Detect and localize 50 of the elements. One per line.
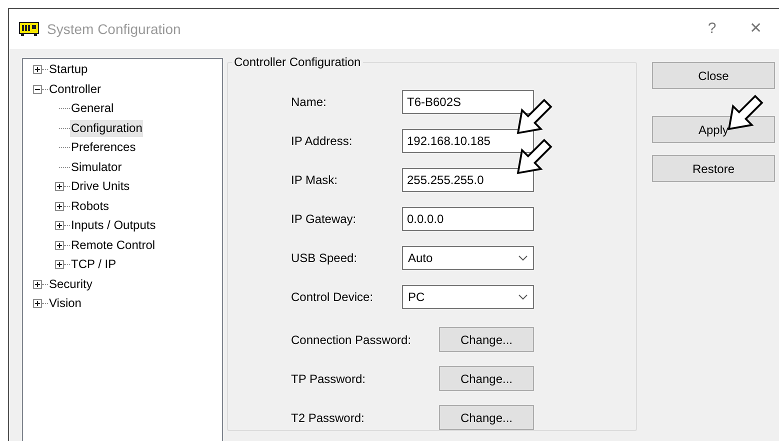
expand-toggle-icon[interactable]	[55, 260, 64, 270]
expand-toggle-icon[interactable]	[55, 182, 64, 192]
input-field[interactable]: 192.168.10.185	[402, 128, 534, 152]
field-label: IP Address:	[291, 132, 354, 148]
tree-item[interactable]: TCP / IP	[70, 256, 118, 274]
tree-item[interactable]: Inputs / Outputs	[70, 217, 157, 234]
dialog-button[interactable]: Restore	[652, 155, 775, 182]
field-label: IP Gateway:	[291, 210, 358, 226]
dialog-button[interactable]: Close	[652, 62, 775, 89]
tree-item[interactable]: Vision	[48, 295, 82, 312]
group-title: Controller Configuration	[233, 54, 362, 71]
input-field[interactable]: 0.0.0.0	[402, 206, 534, 230]
tree-item[interactable]: Security	[48, 276, 94, 293]
field-label: TP Password:	[291, 370, 366, 386]
input-field[interactable]: T6-B602S	[402, 90, 534, 114]
tree-item[interactable]: Remote Control	[70, 236, 156, 254]
tree-item[interactable]: Startup	[48, 61, 89, 78]
change-button[interactable]: Change...	[439, 327, 534, 352]
window-title: System Configuration	[47, 20, 181, 39]
field-label: Control Device:	[291, 288, 374, 304]
dropdown[interactable]: Auto	[402, 246, 534, 270]
field-label: USB Speed:	[291, 250, 358, 266]
expand-toggle-icon[interactable]	[55, 221, 64, 230]
tree-item[interactable]: Preferences	[70, 139, 137, 156]
change-button[interactable]: Change...	[439, 366, 534, 391]
expand-toggle-icon[interactable]	[55, 240, 64, 250]
collapse-toggle-icon[interactable]	[33, 84, 42, 94]
app-icon	[19, 22, 39, 36]
input-field[interactable]: 255.255.255.0	[402, 168, 534, 192]
expand-toggle-icon[interactable]	[55, 202, 64, 211]
expand-toggle-icon[interactable]	[33, 65, 42, 74]
dialog-button[interactable]: Apply	[652, 116, 775, 143]
expand-toggle-icon[interactable]	[33, 299, 42, 308]
help-button[interactable]: ?	[697, 18, 727, 40]
field-label: IP Mask:	[291, 172, 338, 188]
chevron-down-icon	[518, 254, 528, 260]
field-label: T2 Password:	[291, 410, 366, 426]
chevron-down-icon	[518, 294, 528, 300]
tree-item[interactable]: General	[70, 100, 115, 118]
tree-item[interactable]: Controller	[48, 80, 102, 98]
close-button[interactable]: ✕	[741, 18, 771, 40]
field-label: Name:	[291, 94, 328, 110]
tree-item[interactable]: Drive Units	[70, 178, 131, 196]
field-label: Connection Password:	[291, 332, 412, 348]
dropdown[interactable]: PC	[402, 284, 534, 308]
expand-toggle-icon[interactable]	[33, 280, 42, 289]
change-button[interactable]: Change...	[439, 405, 534, 430]
tree-item[interactable]: Robots	[70, 198, 110, 215]
tree-item[interactable]: Simulator	[70, 158, 123, 176]
tree-item[interactable]: Configuration	[70, 120, 144, 137]
